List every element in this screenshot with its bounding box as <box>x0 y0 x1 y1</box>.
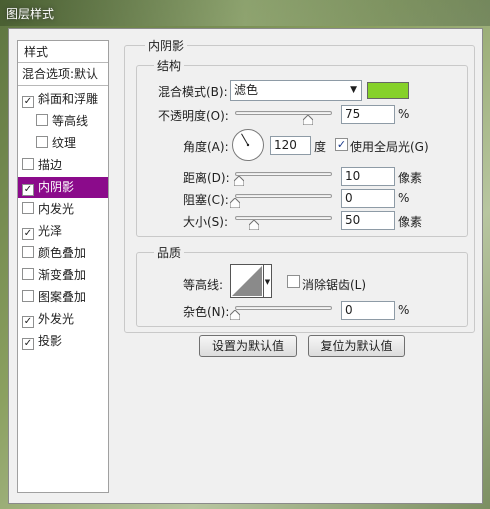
angle-input[interactable]: 120 <box>270 136 311 155</box>
opacity-unit: % <box>398 107 410 121</box>
noise-label: 杂色(N): <box>183 305 230 319</box>
distance-label: 距离(D): <box>183 171 230 185</box>
size-label: 大小(S): <box>183 215 229 229</box>
style-item[interactable]: ✓ 斜面和浮雕 <box>18 89 108 110</box>
noise-input[interactable]: 0 <box>341 301 395 320</box>
style-item-label: 光泽 <box>38 224 63 238</box>
quality-title: 品质 <box>154 244 185 261</box>
chevron-down-icon: ▼ <box>350 85 357 95</box>
blend-color-swatch[interactable] <box>367 82 409 99</box>
distance-unit: 像素 <box>398 171 423 185</box>
global-light-checkbox[interactable]: ✓ <box>335 138 348 151</box>
style-item[interactable]: ✓ 内阴影 <box>18 177 108 198</box>
chevron-down-icon: ▼ <box>264 278 271 286</box>
style-item-checkbox[interactable] <box>22 268 34 280</box>
blend-mode-select[interactable]: 滤色 ▼ <box>230 80 362 101</box>
style-item-label: 外发光 <box>38 312 75 326</box>
style-item-label: 内阴影 <box>38 180 75 194</box>
style-item[interactable]: 内发光 <box>18 199 108 220</box>
style-item[interactable]: ✓ 投影 <box>18 331 108 352</box>
style-item-label: 等高线 <box>52 114 89 128</box>
style-item-checkbox[interactable] <box>22 246 34 258</box>
style-item-checkbox[interactable] <box>22 290 34 302</box>
contour-preview[interactable] <box>230 264 264 298</box>
opacity-input[interactable]: 75 <box>341 105 395 124</box>
choke-slider-thumb[interactable] <box>230 198 240 208</box>
inner-shadow-title: 内阴影 <box>145 37 188 54</box>
opacity-slider-thumb[interactable] <box>302 115 313 125</box>
noise-unit: % <box>398 303 410 317</box>
size-slider-thumb[interactable] <box>249 220 260 230</box>
distance-input[interactable]: 10 <box>341 167 395 186</box>
choke-unit: % <box>398 191 410 205</box>
style-item-label: 颜色叠加 <box>38 246 87 260</box>
angle-unit: 度 <box>314 140 327 154</box>
style-item-label: 内发光 <box>38 202 75 216</box>
style-item-checkbox[interactable]: ✓ <box>22 184 34 196</box>
set-default-button[interactable]: 设置为默认值 <box>199 335 297 357</box>
style-item-label: 图案叠加 <box>38 290 87 304</box>
blend-options-default[interactable]: 混合选项:默认 <box>22 65 98 82</box>
contour-curve-icon <box>232 266 262 296</box>
distance-slider-track[interactable] <box>235 172 332 176</box>
style-list: 样式 混合选项:默认 ✓ 斜面和浮雕等高线纹理描边 ✓ 内阴影内发光 ✓ 光泽颜色叠加渐变… <box>17 40 109 493</box>
global-light-label[interactable]: 使用全局光(G) <box>350 138 429 155</box>
style-item-checkbox[interactable]: ✓ <box>22 316 34 328</box>
style-item[interactable]: ✓ 光泽 <box>18 221 108 242</box>
choke-slider-track[interactable] <box>235 194 332 198</box>
style-item[interactable]: 渐变叠加 <box>18 265 108 286</box>
opacity-label: 不透明度(O): <box>158 109 229 123</box>
style-item-checkbox[interactable] <box>22 202 34 214</box>
style-item[interactable]: 纹理 <box>18 133 108 154</box>
style-item-checkbox[interactable] <box>36 136 48 148</box>
choke-input[interactable]: 0 <box>341 189 395 208</box>
antialias-label[interactable]: 消除锯齿(L) <box>302 276 366 293</box>
style-item-checkbox[interactable] <box>22 158 34 170</box>
style-item-label: 描边 <box>38 158 63 172</box>
distance-slider-thumb[interactable] <box>233 176 244 186</box>
size-unit: 像素 <box>398 215 423 229</box>
style-item-checkbox[interactable]: ✓ <box>22 96 34 108</box>
contour-label: 等高线: <box>183 278 224 292</box>
window-title: 图层样式 <box>6 7 55 21</box>
antialias-checkbox[interactable] <box>287 275 300 288</box>
style-item[interactable]: 颜色叠加 <box>18 243 108 264</box>
style-item-checkbox[interactable]: ✓ <box>22 228 34 240</box>
contour-dropdown[interactable]: ▼ <box>263 264 272 298</box>
separator <box>18 62 108 63</box>
noise-slider-track[interactable] <box>235 306 332 310</box>
angle-label: 角度(A): <box>183 140 229 154</box>
style-item-label: 纹理 <box>52 136 77 150</box>
style-item[interactable]: 等高线 <box>18 111 108 132</box>
blend-mode-value: 滤色 <box>234 83 259 97</box>
separator <box>18 85 108 86</box>
style-item-checkbox[interactable] <box>36 114 48 126</box>
noise-slider-thumb[interactable] <box>230 310 240 320</box>
reset-default-button[interactable]: 复位为默认值 <box>308 335 405 357</box>
style-item[interactable]: 描边 <box>18 155 108 176</box>
blend-mode-label: 混合模式(B): <box>158 85 228 99</box>
style-item-label: 投影 <box>38 334 63 348</box>
style-item[interactable]: ✓ 外发光 <box>18 309 108 330</box>
title-bar[interactable] <box>0 0 490 26</box>
style-item-label: 斜面和浮雕 <box>38 92 99 106</box>
style-item-label: 渐变叠加 <box>38 268 87 282</box>
size-input[interactable]: 50 <box>341 211 395 230</box>
styles-header[interactable]: 样式 <box>24 43 48 60</box>
opacity-slider-track[interactable] <box>235 111 332 115</box>
style-item-checkbox[interactable]: ✓ <box>22 338 34 350</box>
angle-dial[interactable] <box>231 128 265 162</box>
structure-title: 结构 <box>154 57 185 74</box>
choke-label: 阻塞(C): <box>183 193 229 207</box>
check-icon: ✓ <box>336 138 347 151</box>
style-item[interactable]: 图案叠加 <box>18 287 108 308</box>
